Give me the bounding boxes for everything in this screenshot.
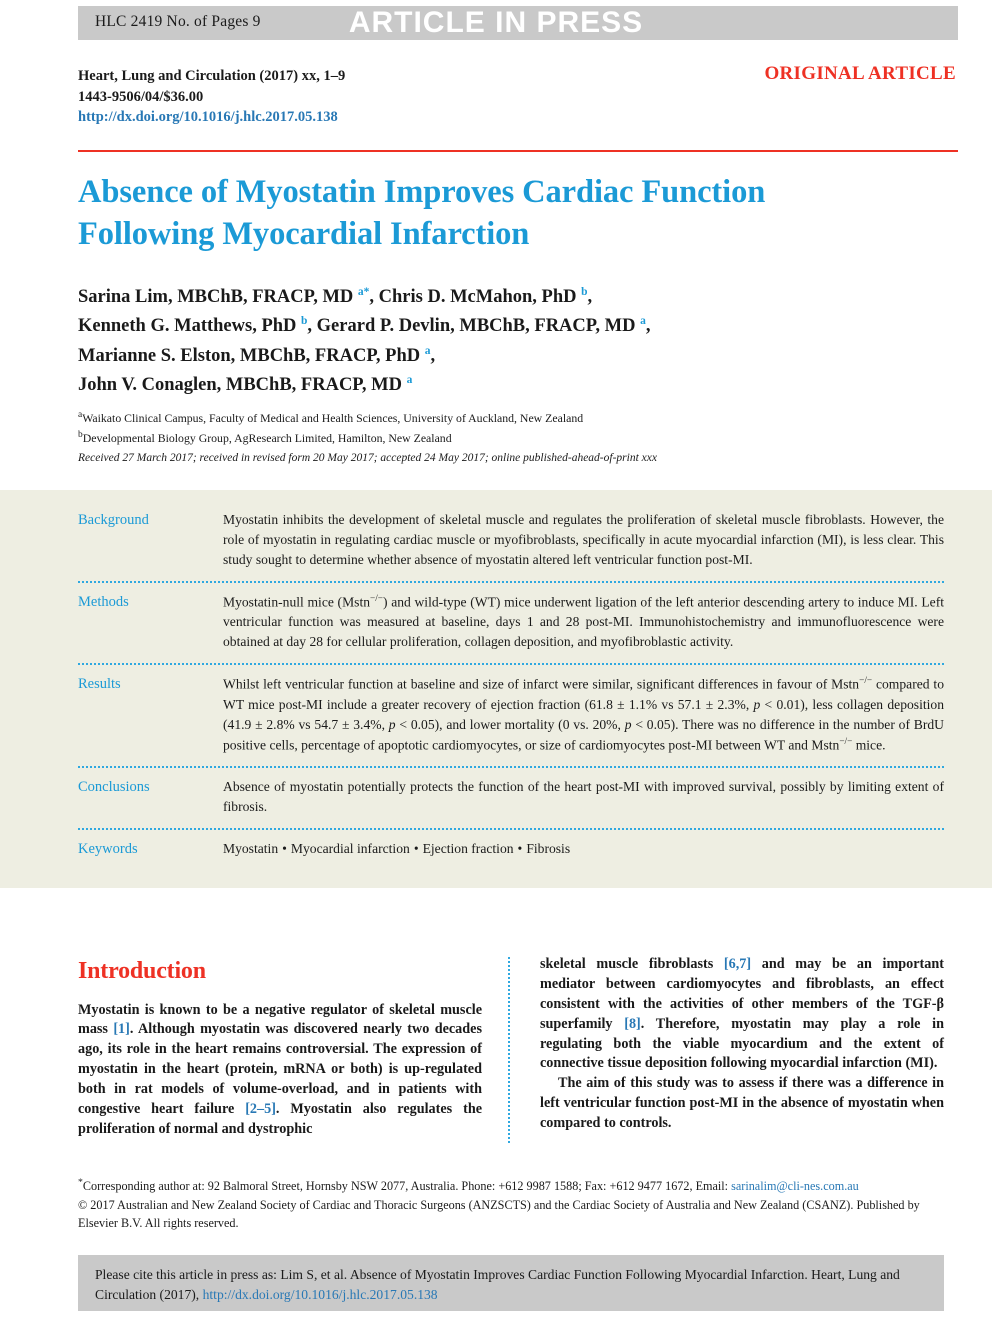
abstract-divider	[78, 828, 944, 831]
footnote-block: *Corresponding author at: 92 Balmoral St…	[78, 1176, 944, 1233]
abstract-label-methods: Methods	[78, 593, 129, 610]
author-affiliation-marker: a*	[357, 286, 370, 298]
introduction-column-left: Introduction Myostatin is known to be a …	[78, 955, 482, 1140]
genotype-superscript: −/−	[370, 592, 384, 603]
article-type-label: ORIGINAL ARTICLE	[764, 63, 956, 84]
introduction-paragraph: skeletal muscle fibroblasts [6,7] and ma…	[540, 956, 944, 1072]
p-value-symbol: p	[388, 716, 396, 732]
header-divider-rule	[78, 150, 958, 152]
section-heading-introduction: Introduction	[78, 958, 206, 984]
p-value-symbol: p	[753, 696, 761, 712]
abstract-label-results: Results	[78, 676, 121, 693]
corresponding-email-link[interactable]: sarinalim@cli-nes.com.au	[731, 1179, 859, 1193]
genotype-superscript: −/−	[859, 675, 873, 686]
author-affiliation-marker: a	[640, 315, 646, 328]
abstract-row-conclusions: Conclusions Absence of myostatin potenti…	[78, 777, 944, 823]
affiliation-marker: b	[78, 429, 83, 440]
author-affiliation-marker: a	[406, 374, 413, 387]
abstract-text-conclusions: Absence of myostatin potentially protect…	[223, 779, 944, 815]
abstract-row-keywords: Keywords Myostatin • Myocardial infarction…	[78, 839, 944, 865]
keyword-separator: •	[413, 841, 419, 857]
genotype-superscript: −/−	[839, 735, 853, 746]
keyword-item: Fibrosis	[526, 841, 571, 857]
keyword-list: Myostatin • Myocardial infarction • Ejection…	[223, 839, 944, 859]
abstract-divider	[78, 663, 944, 666]
affiliation-marker: a	[78, 410, 83, 420]
keyword-item: Myocardial infarction	[290, 841, 410, 857]
journal-citation-line: Heart, Lung and Circulation (2017) xx, 1…	[78, 68, 346, 84]
abstract-label-conclusions: Conclusions	[78, 779, 150, 796]
copyright-note: © 2017 Australian and New Zealand Societ…	[78, 1197, 920, 1231]
author-line: Kenneth G. Matthews, PhD b, Gerard P. De…	[78, 315, 651, 337]
page-title: Absence of Myostatin Improves Cardiac Fu…	[78, 174, 766, 252]
citation-text: Please cite this article in press as: Li…	[95, 1267, 900, 1302]
column-divider	[508, 957, 510, 1143]
citation-reference[interactable]: [1]	[113, 1021, 130, 1037]
introduction-column-right: skeletal muscle fibroblasts [6,7] and ma…	[540, 955, 944, 1134]
abstract-label-background: Background	[78, 512, 149, 528]
author-affiliation-marker: b	[581, 286, 588, 298]
p-value-symbol: p	[624, 716, 632, 732]
introduction-paragraph: The aim of this study was to assess if t…	[540, 1075, 944, 1131]
journal-doi-link[interactable]: http://dx.doi.org/10.1016/j.hlc.2017.05.…	[78, 107, 345, 128]
journal-issn-line: 1443-9506/04/$36.00	[78, 88, 204, 105]
corresponding-author-note: *Corresponding author at: 92 Balmoral St…	[78, 1177, 859, 1194]
abstract-text-background: Myostatin inhibits the development of sk…	[223, 512, 944, 567]
keyword-item: Myostatin	[223, 841, 279, 857]
citation-reference[interactable]: [6,7]	[724, 956, 751, 972]
introduction-paragraph: Myostatin is known to be a negative regu…	[78, 1001, 483, 1137]
affiliation-list: aWaikato Clinical Campus, Faculty of Med…	[78, 408, 908, 448]
abstract-divider	[78, 580, 944, 583]
author-list: Sarina Lim, MBChB, FRACP, MD a*, Chris D…	[78, 283, 908, 401]
keyword-item: Ejection fraction	[422, 841, 514, 857]
citation-reference[interactable]: [2–5]	[245, 1101, 276, 1117]
abstract-divider	[78, 766, 944, 769]
abstract-row-background: Background Myostatin inhibits the develo…	[78, 510, 944, 576]
abstract-label-keywords: Keywords	[78, 841, 138, 858]
abstract-section: Background Myostatin inhibits the develo…	[0, 490, 992, 888]
affiliation-item: bDevelopmental Biology Group, AgResearch…	[78, 429, 452, 445]
affiliation-item: aWaikato Clinical Campus, Faculty of Med…	[78, 410, 584, 425]
author-line: Marianne S. Elston, MBChB, FRACP, PhD a,	[78, 344, 436, 366]
corresponding-author-marker: *	[78, 1177, 83, 1188]
footnote-divider-rule	[78, 1168, 378, 1169]
article-in-press-label: ARTICLE IN PRESS	[348, 6, 644, 39]
author-affiliation-marker: b	[301, 315, 308, 328]
author-line: Sarina Lim, MBChB, FRACP, MD a*, Chris D…	[78, 286, 593, 308]
abstract-row-results: Results Whilst left ventricular function…	[78, 674, 944, 761]
keyword-separator: •	[517, 841, 523, 857]
journal-meta-block: Heart, Lung and Circulation (2017) xx, 1…	[78, 66, 345, 128]
cite-this-article-box: Please cite this article in press as: Li…	[78, 1255, 944, 1311]
keyword-separator: •	[282, 841, 287, 857]
author-affiliation-marker: a	[424, 344, 431, 357]
abstract-text-results: Whilst left ventricular function at base…	[223, 675, 945, 753]
citation-doi-link[interactable]: http://dx.doi.org/10.1016/j.hlc.2017.05.…	[203, 1287, 438, 1302]
abstract-text-methods: Myostatin-null mice (Mstn−/−) and wild-t…	[223, 592, 944, 650]
introduction-section: Introduction Myostatin is known to be a …	[78, 955, 944, 1155]
received-dates-line: Received 27 March 2017; received in revi…	[78, 452, 657, 464]
abstract-row-methods: Methods Myostatin-null mice (Mstn−/−) an…	[78, 592, 944, 658]
author-line: John V. Conaglen, MBChB, FRACP, MD a	[78, 374, 413, 396]
citation-reference[interactable]: [8]	[624, 1016, 641, 1032]
